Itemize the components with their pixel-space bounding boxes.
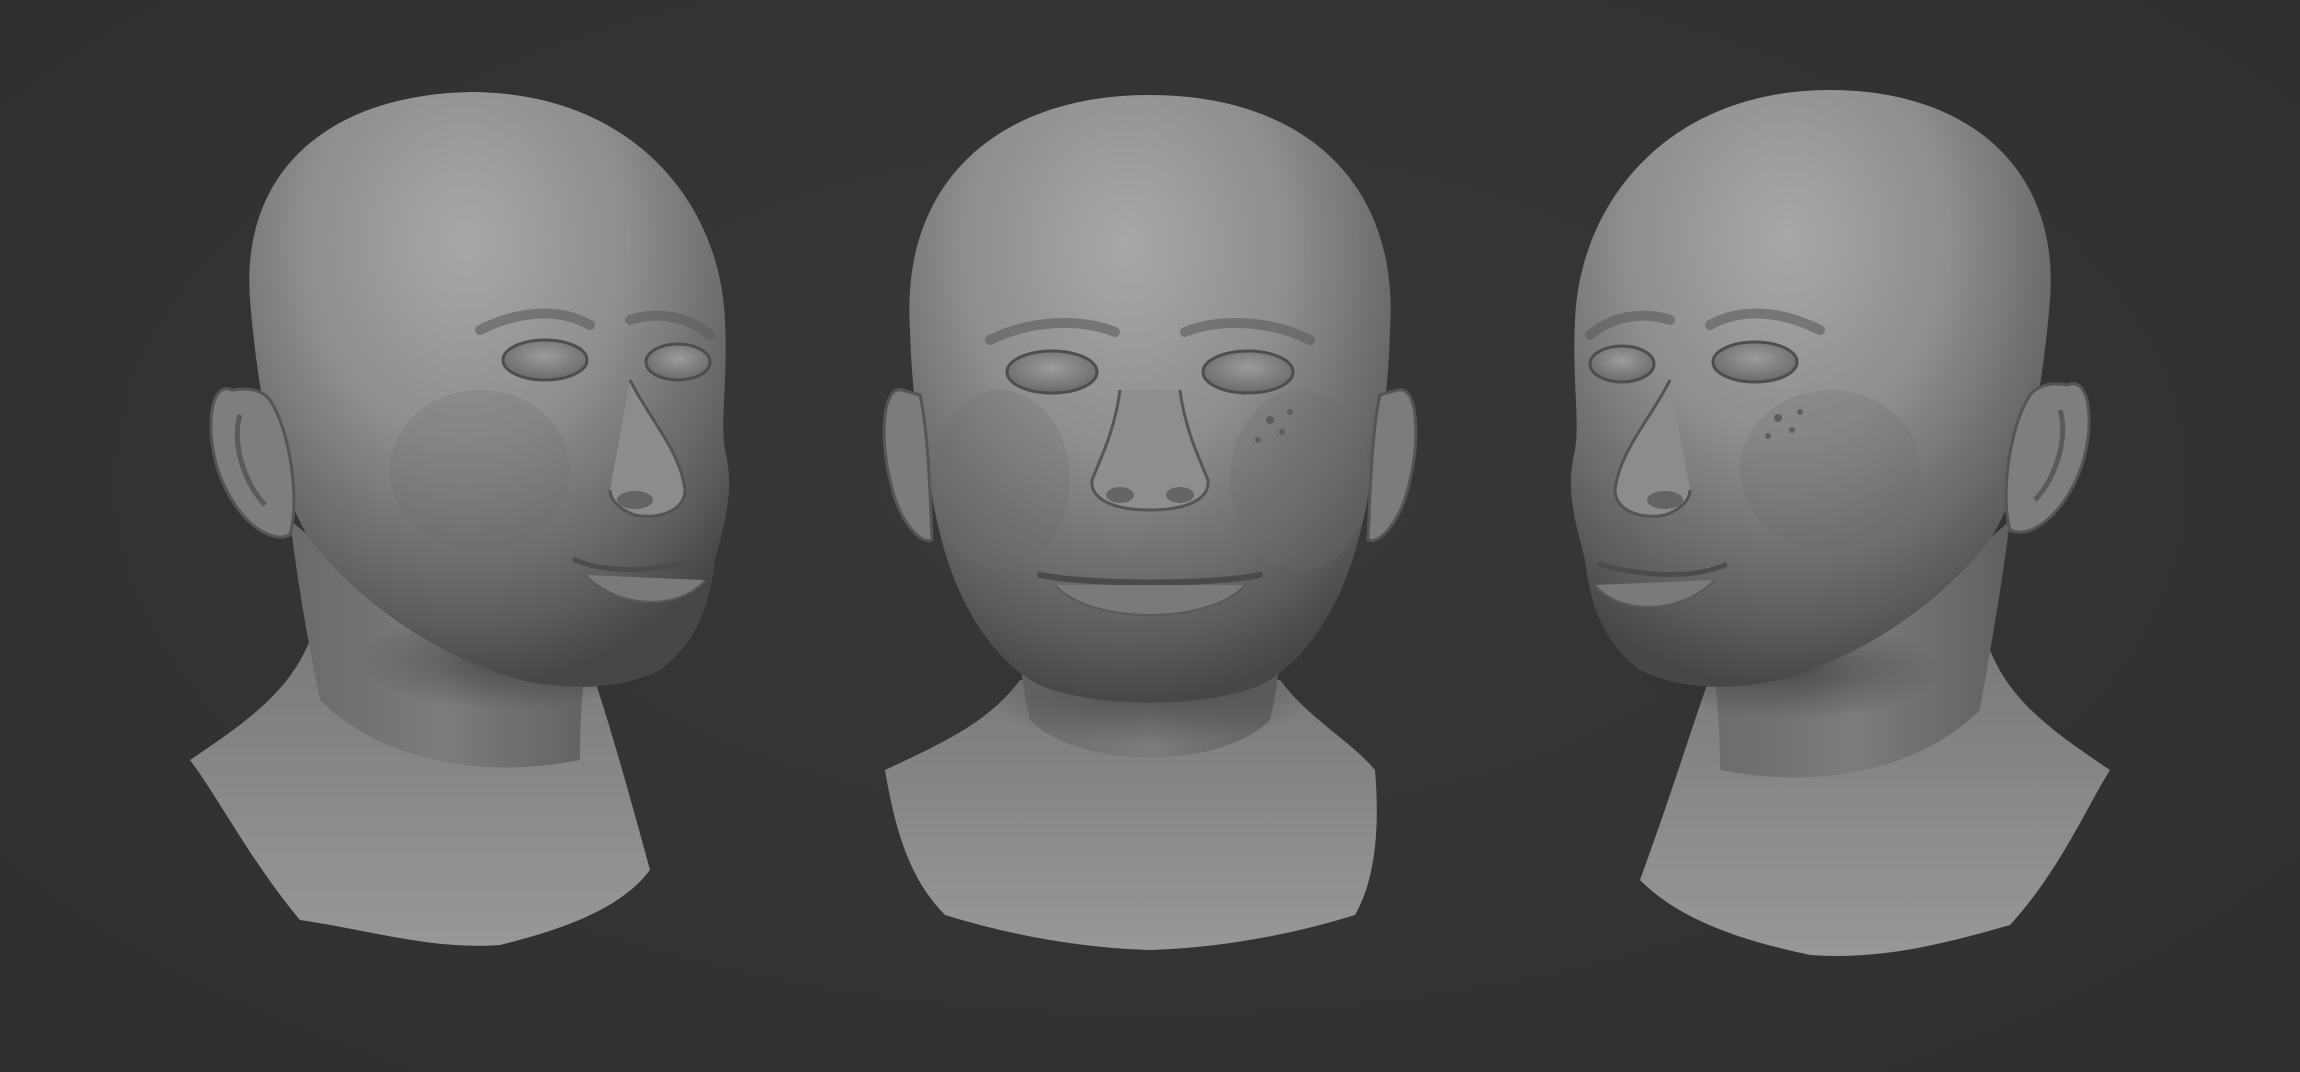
head-three-quarter-left-icon — [1570, 90, 2110, 956]
render-viewport — [0, 0, 2300, 1072]
head-bust-three-quarter-left — [1540, 0, 2120, 1000]
head-bust-front — [870, 0, 1430, 1000]
head-bust-three-quarter-right — [180, 0, 740, 1000]
head-front-icon — [882, 95, 1418, 950]
head-three-quarter-right-icon — [190, 92, 730, 946]
